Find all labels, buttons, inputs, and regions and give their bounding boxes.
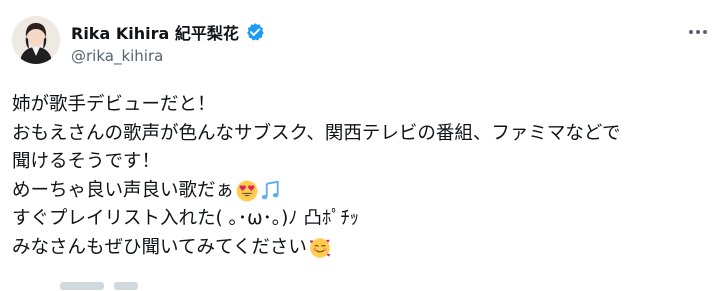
avatar[interactable] [12, 16, 60, 64]
display-name[interactable]: Rika Kihira 紀平梨花 [71, 20, 239, 44]
metric-placeholder [60, 282, 104, 290]
verified-badge-icon [246, 23, 264, 41]
tweet-card: Rika Kihira 紀平梨花 @rika_kihira 姉が歌手デビューだと… [0, 0, 728, 291]
author-name-row[interactable]: Rika Kihira 紀平梨花 [71, 21, 265, 43]
tweet-line: めーちゃ良い声良い歌だぁ [12, 179, 235, 201]
tweet-line: 姉が歌手デビューだと！ [12, 94, 216, 115]
more-horizontal-icon [689, 30, 693, 34]
tweet-line: 聞けるそうです！ [12, 151, 161, 172]
more-horizontal-icon [703, 30, 707, 34]
tweet-line: みなさんもぜひ聞いてみてください [12, 236, 307, 258]
author-handle[interactable]: @rika_kihira [71, 47, 163, 65]
tweet-line: すぐプレイリスト入れた( ｡･ω･｡)ﾉ 凸ﾎﾟﾁｯ [12, 208, 359, 229]
tweet-metrics-cut-off [60, 282, 180, 291]
smiling-hearts-emoji [309, 237, 331, 258]
tweet-line-with-emoji: めーちゃ良い声良い歌だぁ [12, 177, 724, 206]
music-notes-emoji [261, 180, 279, 199]
metric-placeholder [114, 282, 138, 290]
tweet-line-with-emoji: みなさんもぜひ聞いてみてください [12, 234, 724, 263]
tweet-line: おもえさんの歌声が色んなサブスク、関西テレビの番組、ファミマなどで [12, 122, 621, 144]
more-options-button[interactable] [686, 24, 710, 40]
avatar-image [12, 16, 60, 64]
tweet-text: 姉が歌手デビューだと！ おもえさんの歌声が色んなサブスク、関西テレビの番組、ファ… [12, 91, 724, 262]
more-horizontal-icon [696, 30, 700, 34]
heart-eyes-emoji [236, 180, 258, 202]
